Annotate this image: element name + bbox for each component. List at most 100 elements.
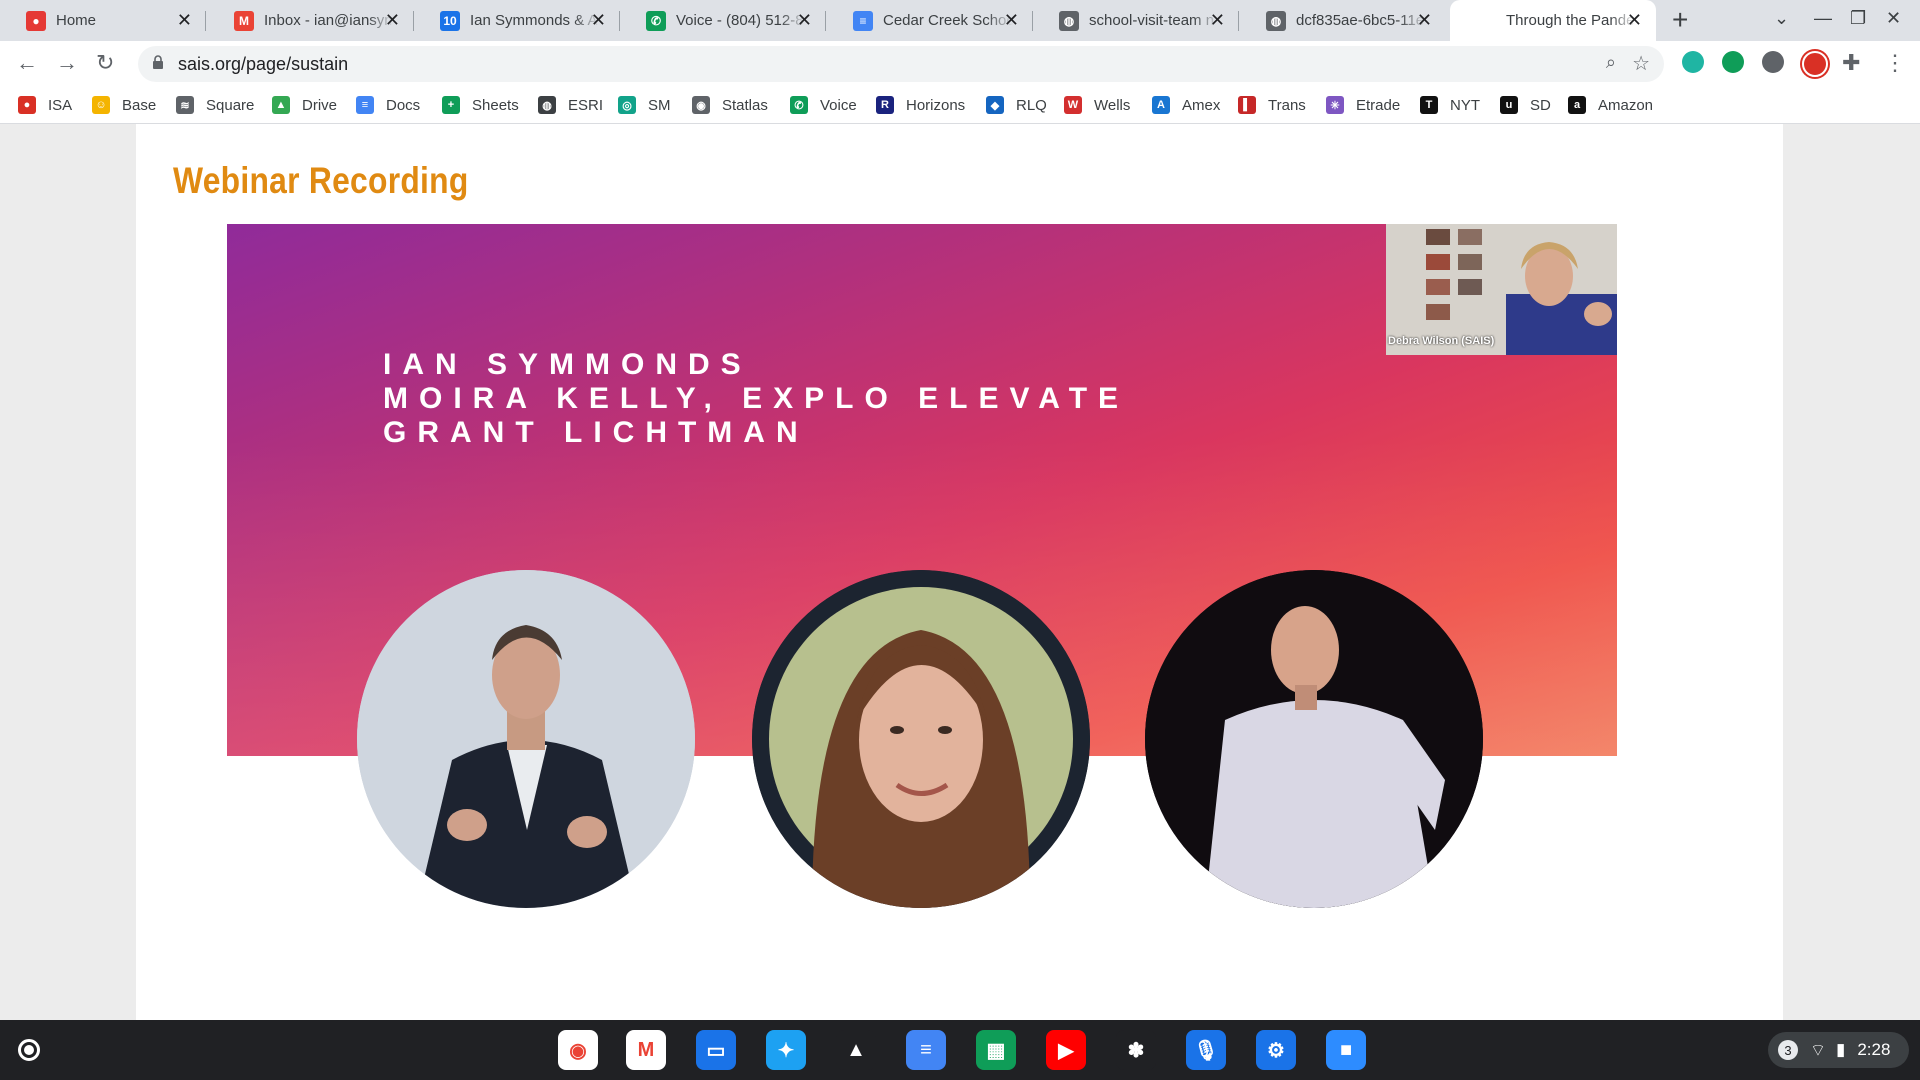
notification-count-badge: 3 <box>1778 1040 1798 1060</box>
bookmark-label: Voice <box>820 96 857 114</box>
photos-app-icon[interactable]: ✽ <box>1116 1030 1156 1070</box>
bookmark-label: Horizons <box>906 96 966 114</box>
tab-4[interactable]: ≡ Cedar Creek Schoo ✕ <box>827 0 1033 41</box>
forward-icon[interactable]: → <box>56 50 78 76</box>
sm-bookmark-icon: ◎ <box>618 96 636 114</box>
bookmark-amex[interactable]: A Amex <box>1152 96 1220 114</box>
bookmark-rlq[interactable]: ◆ RLQ <box>986 96 1047 114</box>
tab-separator <box>825 11 826 31</box>
bookmark-sd[interactable]: u SD <box>1500 96 1551 114</box>
bookmark-etrade[interactable]: ✳ Etrade <box>1326 96 1400 114</box>
video-participant-name: Debra Wilson (SAIS) <box>1388 335 1495 347</box>
tab-title: Home <box>56 12 97 29</box>
restore-icon[interactable]: ❐ <box>1850 8 1866 29</box>
bookmark-square[interactable]: ≋ Square <box>176 96 254 114</box>
os-shelf: 3 ⌔ ▮ 2:28 ◉ M ▭ ✦ ▲ ≡ ▦ ▶ ✽ 🎙 ⚙ ■ <box>0 1020 1920 1080</box>
bookmark-sm[interactable]: ◎ SM <box>618 96 671 114</box>
bookmark-base[interactable]: ☺ Base <box>92 96 156 114</box>
close-tab-icon[interactable]: ✕ <box>591 10 606 31</box>
gmail-app-icon[interactable]: M <box>626 1030 666 1070</box>
close-tab-icon[interactable]: ✕ <box>1417 10 1432 31</box>
close-tab-icon[interactable]: ✕ <box>1627 10 1642 31</box>
bookmark-label: ISA <box>48 96 73 114</box>
tab-title: dcf835ae-6bc5-11e <box>1296 12 1425 29</box>
bookmark-statlas[interactable]: ◉ Statlas <box>692 96 768 114</box>
page-heading: Webinar Recording <box>173 160 469 201</box>
bookmark-star-icon[interactable]: ☆ <box>1632 51 1650 76</box>
voice-recorder-app-icon[interactable]: 🎙 <box>1186 1030 1226 1070</box>
bookmark-sheets[interactable]: + Sheets <box>442 96 519 114</box>
reload-icon[interactable]: ↻ <box>96 50 114 76</box>
address-bar[interactable]: sais.org/page/sustain ⌕ ☆ <box>138 46 1664 82</box>
extension-m-icon[interactable] <box>1682 51 1704 73</box>
close-tab-icon[interactable]: ✕ <box>1210 10 1225 31</box>
tab-5[interactable]: ◍ school-visit-team n ✕ <box>1033 0 1239 41</box>
tab-2[interactable]: 10 Ian Symmonds & A ✕ <box>414 0 620 41</box>
extension-voice-icon[interactable] <box>1722 51 1744 73</box>
rlq-bookmark-icon: ◆ <box>986 96 1004 114</box>
speaker-photo-grant <box>1145 570 1483 908</box>
bookmark-horizons[interactable]: R Horizons <box>876 96 965 114</box>
minimize-icon[interactable]: — <box>1814 8 1832 29</box>
bookmark-label: NYT <box>1450 96 1480 114</box>
nyt-bookmark-icon: T <box>1420 96 1438 114</box>
tab-0[interactable]: ● Home ✕ <box>0 0 206 41</box>
bookmark-label: Sheets <box>472 96 519 114</box>
settings-app-icon[interactable]: ⚙ <box>1256 1030 1296 1070</box>
bookmark-docs[interactable]: ≡ Docs <box>356 96 420 114</box>
system-tray[interactable]: 3 ⌔ ▮ 2:28 <box>1768 1032 1909 1068</box>
bookmark-label: ESRI <box>568 96 604 114</box>
tab-3[interactable]: ✆ Voice - (804) 512-8 ✕ <box>620 0 826 41</box>
trans-bookmark-icon: ▌ <box>1238 96 1256 114</box>
tab-7[interactable]: Through the Pande ✕ <box>1450 0 1656 41</box>
extensions-puzzle-icon[interactable]: ✚ <box>1842 50 1860 76</box>
esri-bookmark-icon: ◍ <box>538 96 556 114</box>
bookmark-label: SM <box>648 96 671 114</box>
bookmark-trans[interactable]: ▌ Trans <box>1238 96 1306 114</box>
new-tab-button[interactable]: + <box>1672 4 1688 36</box>
close-tab-icon[interactable]: ✕ <box>797 10 812 31</box>
chrome-app-icon[interactable]: ◉ <box>558 1030 598 1070</box>
bookmark-drive[interactable]: ▲ Drive <box>272 96 337 114</box>
close-window-icon[interactable]: ✕ <box>1886 8 1901 29</box>
messages-app-icon[interactable]: ▭ <box>696 1030 736 1070</box>
tab-1[interactable]: M Inbox - ian@iansym ✕ <box>208 0 414 41</box>
bookmark-label: Drive <box>302 96 338 114</box>
tab-6[interactable]: ◍ dcf835ae-6bc5-11e ✕ <box>1240 0 1446 41</box>
tab-separator <box>205 11 206 31</box>
speaker-name-2: MOIRA KELLY, EXPLO ELEVATE <box>383 382 1130 415</box>
menu-kebab-icon[interactable]: ⋮ <box>1884 50 1906 76</box>
speaker-name-1: IAN SYMMONDS <box>383 348 752 381</box>
extension-record-icon[interactable] <box>1802 51 1828 77</box>
bookmark-esri[interactable]: ◍ ESRI <box>538 96 603 114</box>
bookmark-label: Docs <box>386 96 421 114</box>
extension-circle-icon[interactable] <box>1762 51 1784 73</box>
zoom-icon[interactable]: ⌕ <box>1606 52 1616 73</box>
docs-app-icon[interactable]: ≡ <box>906 1030 946 1070</box>
tab-title: Cedar Creek Schoo <box>883 12 1013 29</box>
globe-icon: ◍ <box>1266 10 1286 31</box>
bookmark-nyt[interactable]: T NYT <box>1420 96 1480 114</box>
bookmark-amazon[interactable]: a Amazon <box>1568 96 1653 114</box>
bookmark-isa[interactable]: ● ISA <box>18 96 72 114</box>
twitter-app-icon[interactable]: ✦ <box>766 1030 806 1070</box>
etrade-bookmark-icon: ✳ <box>1326 96 1344 114</box>
base-bookmark-icon: ☺ <box>92 96 110 114</box>
launcher-icon[interactable] <box>18 1039 40 1061</box>
bookmark-voice[interactable]: ✆ Voice <box>790 96 857 114</box>
youtube-app-icon[interactable]: ▶ <box>1046 1030 1086 1070</box>
bookmark-wells[interactable]: W Wells <box>1064 96 1130 114</box>
drive-app-icon[interactable]: ▲ <box>836 1030 876 1070</box>
close-tab-icon[interactable]: ✕ <box>1004 10 1019 31</box>
zoom-app-icon[interactable]: ■ <box>1326 1030 1366 1070</box>
back-icon[interactable]: ← <box>16 50 38 76</box>
tab-search-icon[interactable]: ⌄ <box>1774 8 1789 29</box>
bookmark-label: Base <box>122 96 157 114</box>
amex-bookmark-icon: A <box>1152 96 1170 114</box>
browser-toolbar: ← → ↻ sais.org/page/sustain ⌕ ☆ ✚ ⋮ <box>0 41 1920 87</box>
sheets-app-icon[interactable]: ▦ <box>976 1030 1016 1070</box>
close-tab-icon[interactable]: ✕ <box>177 10 192 31</box>
voice-icon: ✆ <box>646 10 666 31</box>
bookmark-label: Amex <box>1182 96 1221 114</box>
close-tab-icon[interactable]: ✕ <box>385 10 400 31</box>
